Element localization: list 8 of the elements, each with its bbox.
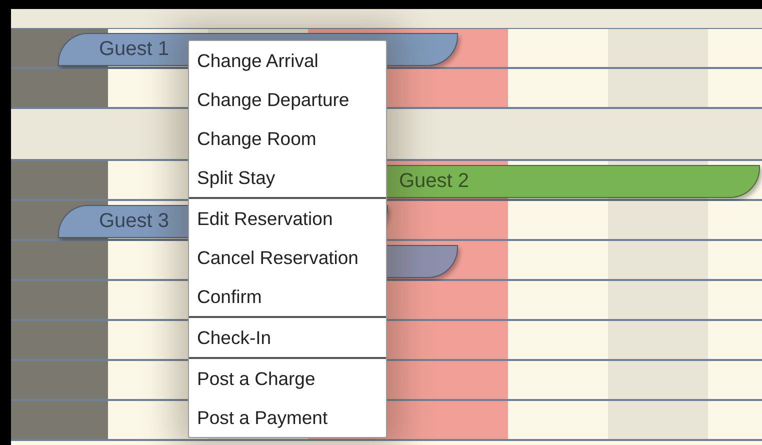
menu-item[interactable]: Edit Reservation	[189, 199, 386, 238]
menu-item[interactable]: Change Arrival	[189, 41, 386, 80]
menu-item[interactable]: Change Departure	[189, 80, 386, 119]
menu-item[interactable]: Confirm	[189, 277, 386, 316]
menu-item[interactable]: Post a Charge	[189, 359, 386, 398]
menu-item[interactable]: Check-In	[189, 318, 386, 357]
menu-item[interactable]: Post a Payment	[189, 398, 386, 437]
menu-item[interactable]: Change Room	[189, 119, 386, 158]
